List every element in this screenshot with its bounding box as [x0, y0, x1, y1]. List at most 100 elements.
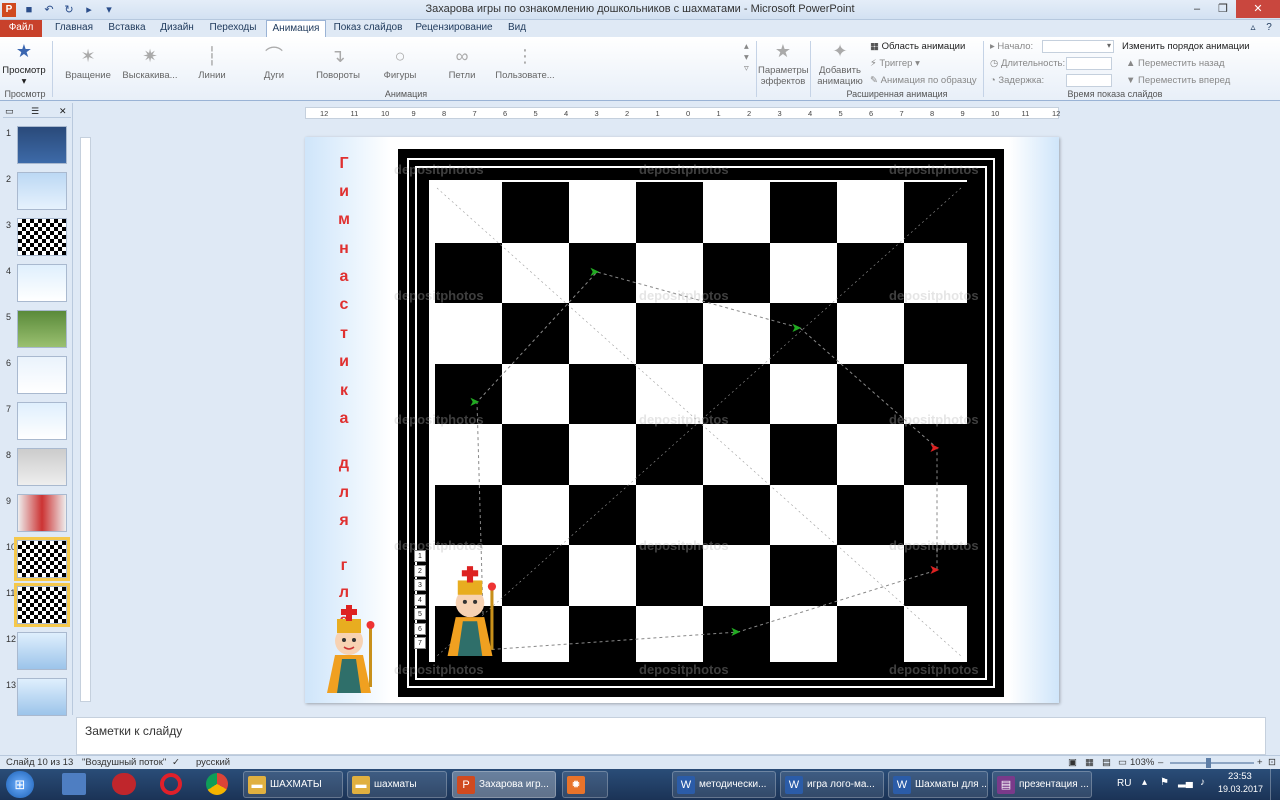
motion-marker-icon[interactable]: ➤ — [730, 624, 741, 640]
tab-view[interactable]: Вид — [503, 20, 531, 37]
anim-popup-button[interactable]: ✷ Выскакива... — [120, 45, 180, 81]
slide-canvas[interactable]: Гимнастикадляглаз depositphotosdepositph… — [305, 137, 1059, 703]
calculator-icon[interactable] — [62, 773, 86, 795]
opera-icon[interactable] — [160, 773, 182, 795]
tab-home[interactable]: Главная — [50, 20, 98, 37]
network-icon[interactable]: ▂▄ — [1178, 777, 1193, 788]
tab-file[interactable]: Файл — [0, 20, 42, 37]
minimize-button[interactable]: – — [1184, 0, 1210, 18]
zoom-in-icon[interactable]: + — [1257, 757, 1263, 768]
task-powerpoint[interactable]: P Захарова игр... — [452, 771, 556, 798]
anim-shapes-button[interactable]: ○ Фигуры — [376, 45, 424, 81]
input-language[interactable]: RU — [1117, 778, 1131, 789]
motion-marker-icon[interactable]: ➤ — [589, 264, 600, 280]
king-on-board-image[interactable] — [439, 558, 501, 658]
tab-animation[interactable]: Анимация — [266, 20, 326, 38]
motion-marker-icon[interactable]: ➤ — [791, 320, 802, 336]
slide-thumbnail[interactable] — [17, 264, 67, 302]
anim-lines-button[interactable]: ┆ Линии — [188, 45, 236, 81]
app-red-icon[interactable] — [112, 773, 136, 795]
task-word-2[interactable]: Wигра лого-ма... — [780, 771, 884, 798]
motion-marker-icon[interactable]: ➤ — [929, 440, 940, 456]
anim-painter-button[interactable]: ✎ Анимация по образцу — [870, 75, 977, 86]
chessboard[interactable]: depositphotos depositphotos depositphotos d… — [394, 162, 979, 677]
flag-icon[interactable]: ⚑ — [1160, 777, 1169, 788]
animation-order-tag[interactable]: 1 — [414, 550, 426, 562]
anim-arcs-button[interactable]: ⌒ Дуги — [250, 45, 298, 81]
task-folder-2[interactable]: ▬ шахматы — [347, 771, 447, 798]
move-forward-button[interactable]: ▼ Переместить вперед — [1126, 75, 1230, 86]
move-back-button[interactable]: ▲ Переместить назад — [1126, 58, 1225, 69]
minimize-ribbon-icon[interactable]: ▵ — [1246, 20, 1260, 37]
zoom-level[interactable]: 103% — [1130, 757, 1154, 768]
slide-thumbnail[interactable] — [17, 310, 67, 348]
close-button[interactable]: ✕ — [1236, 0, 1280, 18]
sorter-view-icon[interactable]: ▦ — [1085, 757, 1094, 768]
slide-thumbnail[interactable] — [14, 583, 70, 627]
show-desktop-button[interactable] — [1270, 769, 1280, 800]
slide-thumbnail[interactable] — [14, 537, 70, 581]
king-character-image[interactable] — [319, 597, 379, 695]
slides-tab-icon[interactable]: ▭ — [5, 106, 14, 117]
clock-date[interactable]: 19.03.2017 — [1218, 784, 1263, 794]
animation-order-tag[interactable]: 3 — [414, 579, 426, 591]
task-word-1[interactable]: Wметодически... — [672, 771, 776, 798]
slide-thumbnail[interactable] — [17, 356, 67, 394]
outline-tab-icon[interactable]: ☰ — [31, 106, 39, 117]
gallery-scroll-icon[interactable]: ▴ ▾ ▿ — [744, 41, 752, 74]
tab-transitions[interactable]: Переходы — [204, 20, 262, 37]
tab-review[interactable]: Рецензирование — [410, 20, 498, 37]
spellcheck-icon[interactable]: ✓ — [172, 757, 180, 768]
clock-time[interactable]: 23:53 — [1228, 771, 1252, 782]
close-pane-icon[interactable]: ✕ — [59, 106, 67, 117]
anim-loops-button[interactable]: ∞ Петли — [438, 45, 486, 81]
animation-order-tag[interactable]: 2 — [414, 564, 426, 577]
slide-thumbnail[interactable] — [17, 632, 67, 670]
task-archive[interactable]: ▤ презентация ... — [992, 771, 1092, 798]
task-word-3[interactable]: W Шахматы для ... — [888, 771, 988, 798]
tab-slideshow[interactable]: Показ слайдов — [332, 20, 404, 37]
slide-thumbnail[interactable] — [17, 172, 67, 210]
tray-arrow-icon[interactable]: ▴ — [1142, 777, 1147, 788]
slide-thumbnail[interactable] — [17, 678, 67, 716]
start-dropdown[interactable]: ▾ — [1042, 40, 1114, 53]
tab-insert[interactable]: Вставка — [103, 20, 151, 37]
add-animation-button[interactable]: ✦ Добавить анимацию — [814, 40, 866, 87]
animation-order-tag[interactable]: 6 — [414, 622, 426, 635]
motion-marker-icon[interactable]: ➤ — [469, 394, 480, 410]
volume-icon[interactable]: ♪ — [1200, 777, 1205, 788]
duration-spinner[interactable] — [1066, 57, 1112, 70]
motion-marker-icon[interactable]: ➤ — [929, 562, 940, 578]
reading-view-icon[interactable]: ▤ — [1102, 757, 1111, 768]
notes-pane[interactable]: Заметки к слайду — [76, 717, 1266, 755]
slide-thumbnail[interactable] — [17, 126, 67, 164]
task-app[interactable]: ✹ — [562, 771, 608, 798]
animation-order-tag[interactable]: 4 — [414, 593, 426, 606]
help-icon[interactable]: ? — [1262, 20, 1276, 37]
maximize-button[interactable]: ❐ — [1210, 0, 1236, 18]
delay-spinner[interactable] — [1066, 74, 1112, 87]
normal-view-icon[interactable]: ▣ — [1068, 757, 1077, 768]
slide-thumbnail[interactable] — [17, 494, 67, 532]
slide-thumbnail[interactable] — [17, 218, 67, 256]
task-folder-1[interactable]: ▬ ШАХМАТЫ — [243, 771, 343, 798]
tab-design[interactable]: Дизайн — [155, 20, 199, 37]
preview-button[interactable]: ★ Просмотр ▾ — [2, 40, 46, 87]
effect-params-button[interactable]: ★ Параметры эффектов — [758, 40, 809, 87]
animation-order-tag[interactable]: 5 — [414, 608, 426, 620]
anim-custom-button[interactable]: ⋮ Пользовате... — [494, 45, 556, 81]
language-indicator[interactable]: русский — [196, 757, 230, 768]
slideshow-view-icon[interactable]: ▭ — [1118, 757, 1127, 768]
trigger-button[interactable]: ⚡ Триггер ▾ — [870, 58, 920, 69]
animation-order-tag[interactable]: 7 — [414, 637, 426, 649]
slide-thumbnail[interactable] — [17, 402, 67, 440]
anim-pane-button[interactable]: ▦ Область анимации — [870, 41, 965, 52]
fit-slide-icon[interactable]: ⊡ — [1268, 757, 1276, 768]
zoom-out-icon[interactable]: – — [1158, 757, 1163, 768]
anim-turns-button[interactable]: ↴ Повороты — [312, 45, 364, 81]
theme-name[interactable]: "Воздушный поток" — [82, 757, 166, 768]
start-button-icon[interactable]: ⊞ — [6, 771, 34, 798]
chrome-icon[interactable] — [206, 773, 228, 795]
anim-spin-button[interactable]: ✶ Вращение — [60, 45, 116, 81]
slide-thumbnail[interactable] — [17, 448, 67, 486]
